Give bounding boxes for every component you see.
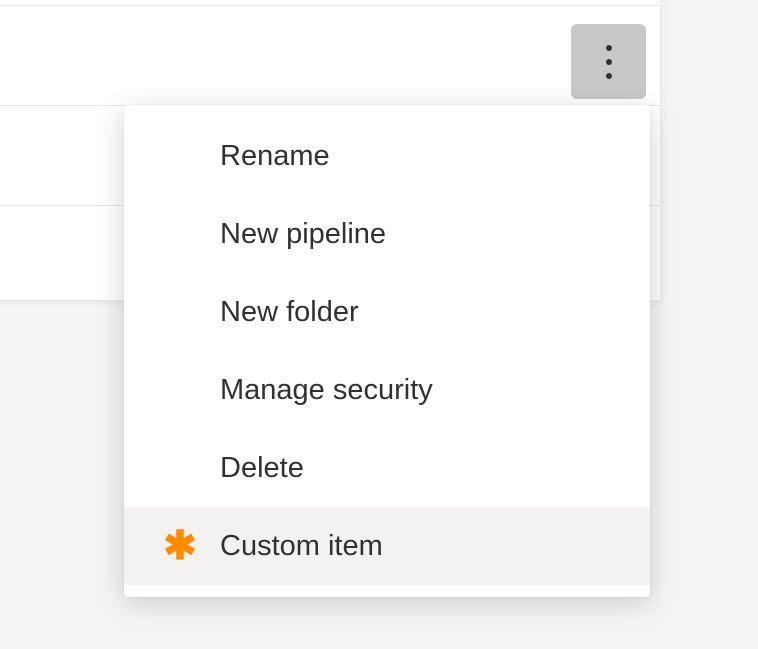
menu-item-label: New folder: [220, 296, 359, 329]
more-options-button[interactable]: [571, 24, 646, 99]
menu-item-delete[interactable]: Delete: [124, 429, 650, 507]
menu-item-rename[interactable]: Rename: [124, 117, 650, 195]
menu-item-manage-security[interactable]: Manage security: [124, 351, 650, 429]
menu-item-label: New pipeline: [220, 218, 386, 251]
menu-item-label: Rename: [220, 140, 330, 173]
kebab-icon: [606, 41, 612, 83]
asterisk-icon: ✱: [164, 530, 196, 562]
menu-item-custom-item[interactable]: ✱ Custom item: [124, 507, 650, 585]
menu-item-new-folder[interactable]: New folder: [124, 273, 650, 351]
menu-item-label: Delete: [220, 452, 304, 485]
menu-item-label: Manage security: [220, 374, 433, 407]
divider: [0, 5, 660, 6]
menu-item-label: Custom item: [220, 530, 383, 563]
menu-item-new-pipeline[interactable]: New pipeline: [124, 195, 650, 273]
context-menu: Rename New pipeline New folder Manage se…: [124, 105, 650, 597]
